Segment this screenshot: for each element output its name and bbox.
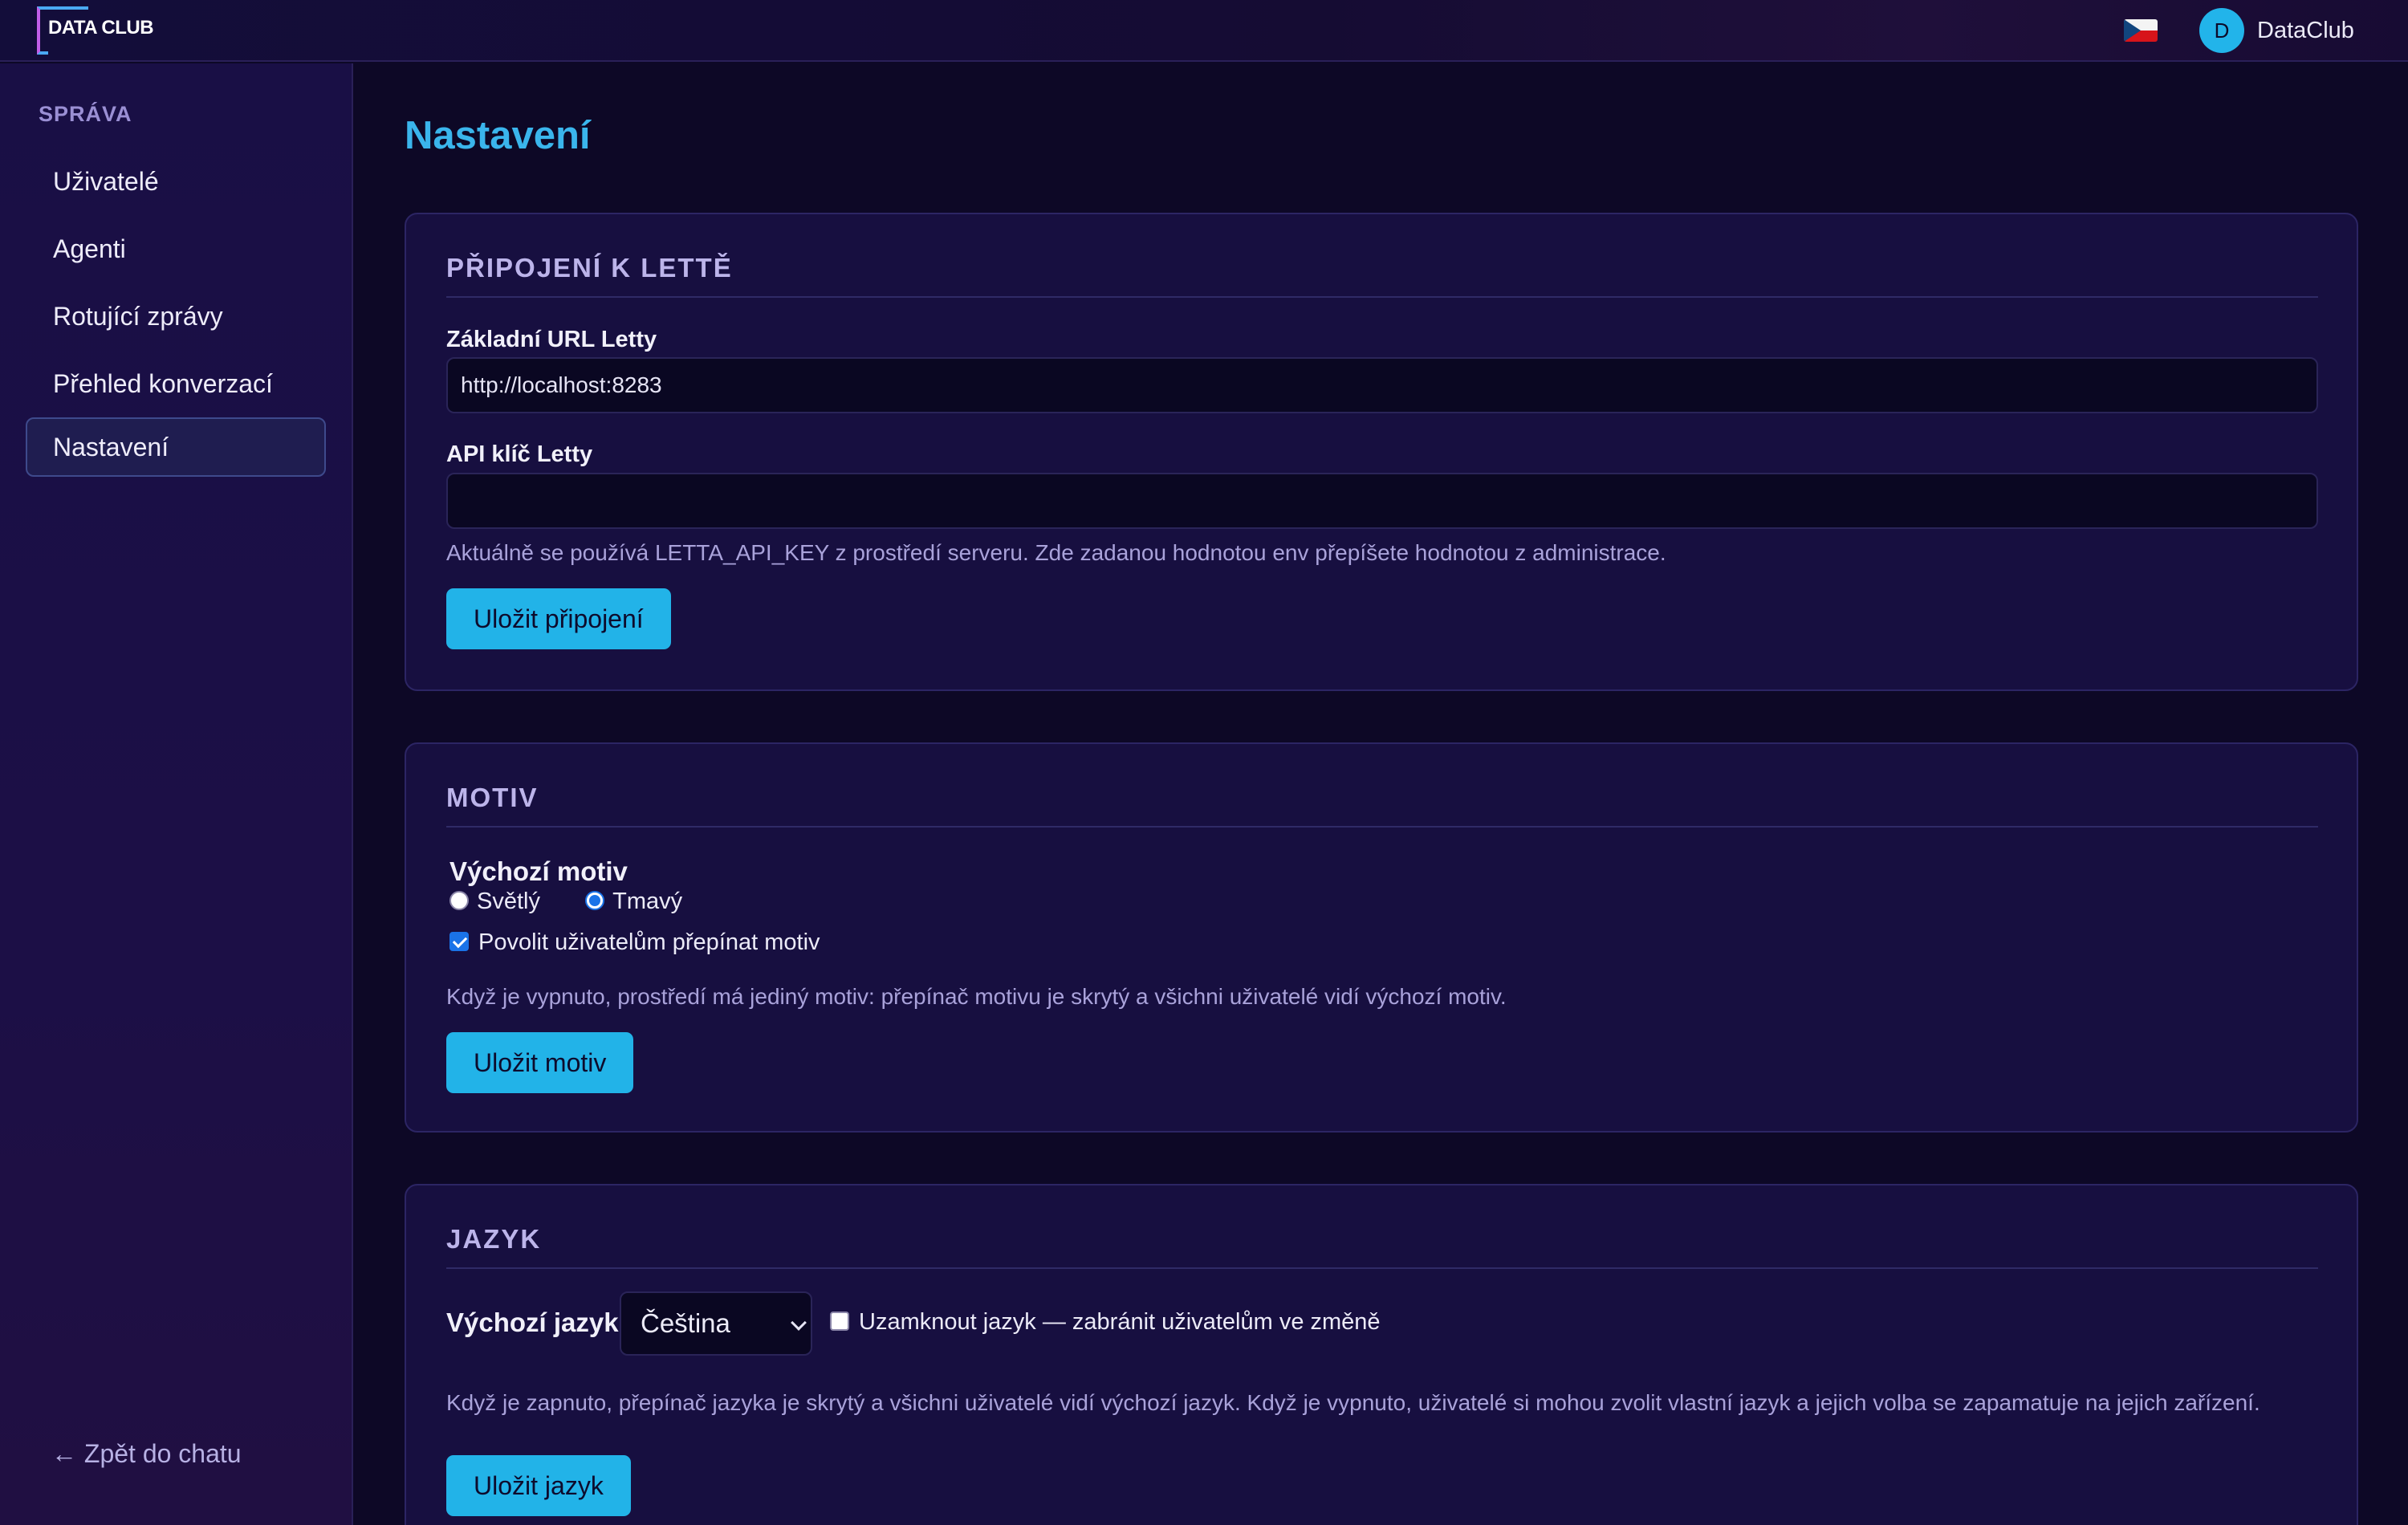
page-title: Nastavení	[405, 114, 591, 157]
theme-card-title: MOTIV	[446, 783, 539, 812]
default-language-label: Výchozí jazyk	[446, 1307, 619, 1337]
top-bar: DATA CLUB D DataClub	[0, 0, 2408, 62]
divider	[446, 1267, 2318, 1269]
connection-card: PŘIPOJENÍ K LETTĚ Základní URL Letty htt…	[405, 213, 2358, 691]
save-language-button[interactable]: Uložit jazyk	[446, 1455, 631, 1516]
language-select[interactable]: Čeština	[620, 1291, 812, 1356]
language-select-value: Čeština	[641, 1308, 730, 1338]
light-theme-label[interactable]: Světlý	[477, 889, 540, 914]
sidebar-item-agents[interactable]: Agenti	[26, 219, 326, 279]
czech-flag-icon[interactable]	[2124, 19, 2158, 42]
connection-card-title: PŘIPOJENÍ K LETTĚ	[446, 253, 733, 283]
back-to-chat-link[interactable]: ← Zpět do chatu	[51, 1439, 242, 1469]
data-club-logo[interactable]: DATA CLUB	[37, 6, 173, 55]
logo-bracket-icon	[37, 6, 88, 55]
lock-language-label[interactable]: Uzamknout jazyk — zabránit uživatelům ve…	[859, 1309, 1381, 1335]
avatar[interactable]: D	[2199, 8, 2244, 53]
user-name[interactable]: DataClub	[2257, 18, 2354, 44]
save-theme-button[interactable]: Uložit motiv	[446, 1032, 634, 1093]
sidebar-item-users[interactable]: Uživatelé	[26, 152, 326, 211]
connection-hint: Aktuálně se používá LETTA_API_KEY z pros…	[446, 540, 1666, 565]
allow-theme-switch-checkbox[interactable]	[449, 932, 469, 952]
light-theme-radio[interactable]	[449, 891, 469, 911]
sidebar-item-conversations[interactable]: Přehled konverzací	[26, 354, 326, 413]
chevron-down-icon	[791, 1315, 807, 1331]
url-label: Základní URL Letty	[446, 327, 657, 352]
dark-theme-radio[interactable]	[585, 891, 605, 911]
lock-language-row: Uzamknout jazyk — zabránit uživatelům ve…	[830, 1309, 1381, 1336]
lock-language-checkbox[interactable]	[830, 1312, 849, 1332]
language-hint: Když je zapnuto, přepínač jazyka je skry…	[446, 1390, 2260, 1415]
theme-hint: Když je vypnuto, prostředí má jediný mot…	[446, 984, 1507, 1009]
api-key-label: API klíč Letty	[446, 441, 593, 467]
divider	[446, 296, 2318, 298]
url-input[interactable]: http://localhost:8283	[446, 357, 2318, 413]
sidebar: SPRÁVA Uživatelé Agenti Rotující zprávy …	[0, 63, 353, 1525]
sidebar-item-rotating-messages[interactable]: Rotující zprávy	[26, 287, 326, 346]
save-connection-button[interactable]: Uložit připojení	[446, 588, 671, 649]
theme-card: MOTIV Výchozí motiv Světlý Tmavý Povolit…	[405, 742, 2358, 1133]
main-content: Nastavení PŘIPOJENÍ K LETTĚ Základní URL…	[355, 63, 2408, 1525]
default-theme-legend: Výchozí motiv	[449, 856, 628, 886]
language-card-title: JAZYK	[446, 1224, 542, 1254]
logo-text: DATA CLUB	[48, 17, 154, 39]
api-key-input[interactable]	[446, 473, 2318, 529]
sidebar-item-settings[interactable]: Nastavení	[26, 417, 326, 477]
dark-theme-label[interactable]: Tmavý	[612, 889, 682, 914]
divider	[446, 826, 2318, 828]
sidebar-section-title: SPRÁVA	[39, 102, 132, 126]
theme-radio-group: Světlý Tmavý	[449, 889, 682, 915]
language-card: JAZYK Výchozí jazyk Čeština Uzamknout ja…	[405, 1184, 2358, 1525]
allow-theme-switch-row: Povolit uživatelům přepínat motiv	[449, 929, 820, 956]
allow-theme-switch-label[interactable]: Povolit uživatelům přepínat motiv	[478, 929, 820, 955]
